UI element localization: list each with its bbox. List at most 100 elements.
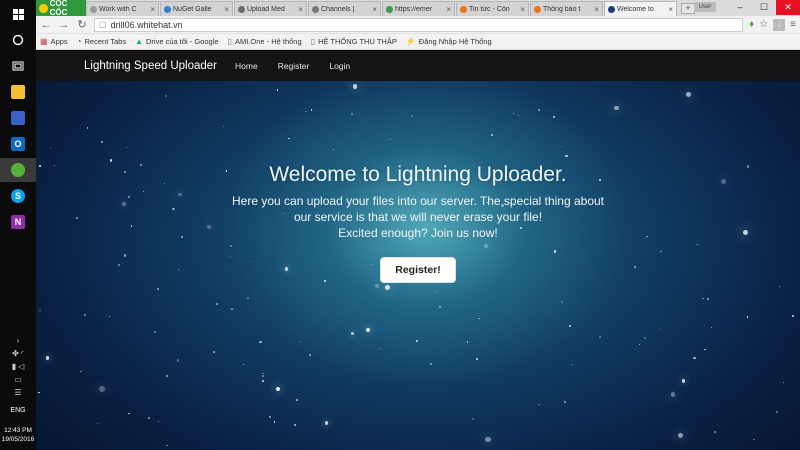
brand-label: CỐC CỐC [49,0,68,17]
star [80,370,82,373]
star [261,379,264,382]
extension-icon[interactable]: ♦ [749,19,754,30]
tab-title: Upload Med [247,5,285,13]
taskbar-clock[interactable]: 12:43 PM 19/05/2016 [2,426,35,444]
star [659,327,662,330]
star [166,444,168,447]
minimize-icon[interactable]: – [728,0,752,15]
new-tab-button[interactable]: + [681,3,695,14]
reload-icon[interactable]: ↻ [76,18,88,31]
bookmark-ami-one[interactable]: ▯ AMI.One - Hệ thống [228,37,302,46]
star [274,421,276,423]
star [416,340,418,342]
clock-date: 19/05/2016 [1,436,35,443]
profile-badge[interactable]: User [694,2,716,12]
browser-tab[interactable]: NuGet Galle × [160,1,233,16]
tab-favicon-icon [534,5,541,13]
battery-icon[interactable]: ▮ [12,362,16,371]
tab-close-icon[interactable]: × [594,5,599,14]
browser-toolbar: ← → ↻ ▢ drill06.whitehat.vn ♦ ☆ ↓ ≡ [36,16,800,34]
star [213,351,215,353]
star [242,363,244,366]
star [704,348,706,351]
tab-close-icon[interactable]: × [150,5,155,14]
star [598,336,601,339]
star [702,297,705,300]
star [538,403,540,406]
nav-link-register[interactable]: Register [278,61,310,71]
star [380,348,382,350]
close-window-icon[interactable]: ✕ [776,0,800,15]
address-bar[interactable]: ▢ drill06.whitehat.vn [94,17,744,32]
browser-tab[interactable]: https://emer × [382,1,455,16]
browser-tab[interactable]: Upload Med × [234,1,307,16]
browser-tab[interactable]: Work with C × [86,1,159,16]
clock-time: 12:43 PM [4,427,32,434]
menu-icon[interactable]: ≡ [790,19,796,30]
browser-tab[interactable]: Channels | × [308,1,381,16]
register-button[interactable]: Register! [380,257,456,283]
bookmark-label: AMI.One - Hệ thống [234,37,302,46]
keyboard-icon[interactable]: ▭ [14,375,22,384]
bookmark-label: Đăng Nhập Hệ Thống [418,37,492,46]
nav-link-home[interactable]: Home [235,61,258,71]
star [45,356,50,360]
task-view-icon[interactable] [0,54,36,78]
forward-arrow-icon[interactable]: → [58,19,70,31]
windows-start-icon[interactable] [0,2,36,26]
star [775,410,778,413]
back-arrow-icon[interactable]: ← [40,19,52,31]
tab-title: Welcome to [617,5,654,13]
star [438,306,441,308]
star [563,401,567,404]
star [713,430,716,433]
bookmark-dang-nhap[interactable]: ⚡ Đăng Nhập Hệ Thống [406,37,492,46]
nav-link-login[interactable]: Login [329,61,350,71]
tab-close-icon[interactable]: × [298,5,303,14]
wifi-icon[interactable]: ◜ [21,349,24,358]
star [384,285,390,291]
volume-icon[interactable]: ◁ [18,362,24,371]
chevron-up-icon[interactable]: › [17,336,20,345]
floppy-save-icon[interactable] [0,106,36,130]
site-brand-link[interactable]: Lightning Speed Uploader [84,60,217,72]
star [644,336,647,339]
skype-icon[interactable]: S [0,184,36,208]
coc-coc-browser-icon[interactable] [0,158,36,182]
bookmark-apps[interactable]: ▦ Apps [40,37,68,46]
star [38,391,40,393]
tab-close-icon[interactable]: × [224,5,229,14]
star [299,340,302,342]
page-icon: ▯ [227,37,232,46]
tab-close-icon[interactable]: × [446,5,451,14]
search-circle-icon[interactable] [0,28,36,52]
bookmark-star-icon[interactable]: ☆ [759,19,768,30]
browser-tab[interactable]: Tin tức - Côn × [456,1,529,16]
star [100,141,103,144]
bookmark-google-drive[interactable]: ▲ Drive của tôi - Google [135,37,218,46]
page-info-icon[interactable]: ▢ [99,20,107,29]
download-icon[interactable]: ↓ [773,18,786,31]
tab-close-icon[interactable]: × [668,5,673,14]
star [305,111,307,113]
network-icon[interactable]: ✤ [12,349,19,358]
star [670,392,676,397]
outlook-icon[interactable]: O [0,132,36,156]
browser-tab[interactable]: Thông báo t × [530,1,603,16]
bookmark-recent-tabs[interactable]: ◔ Recent Tabs [77,37,126,46]
hero-line-2: our service is that we will never erase … [293,210,543,224]
language-indicator[interactable]: ENG [10,407,25,414]
star [309,354,311,357]
onenote-icon[interactable]: N [0,210,36,234]
tab-close-icon[interactable]: × [520,5,525,14]
bookmark-he-thong-thu-thap[interactable]: ▯ HỆ THỐNG THU THẬP [311,37,397,46]
tab-title: Work with C [99,5,137,13]
tab-title: Thông báo t [543,5,581,13]
browser-tab[interactable]: Welcome to × [604,1,677,16]
maximize-icon[interactable]: ☐ [752,0,776,15]
file-explorer-icon[interactable] [0,80,36,104]
tab-close-icon[interactable]: × [372,5,377,14]
star [485,436,491,443]
notification-icon[interactable]: ☰ [14,388,21,397]
coc-coc-brand-button[interactable]: CỐC CỐC [36,0,86,17]
